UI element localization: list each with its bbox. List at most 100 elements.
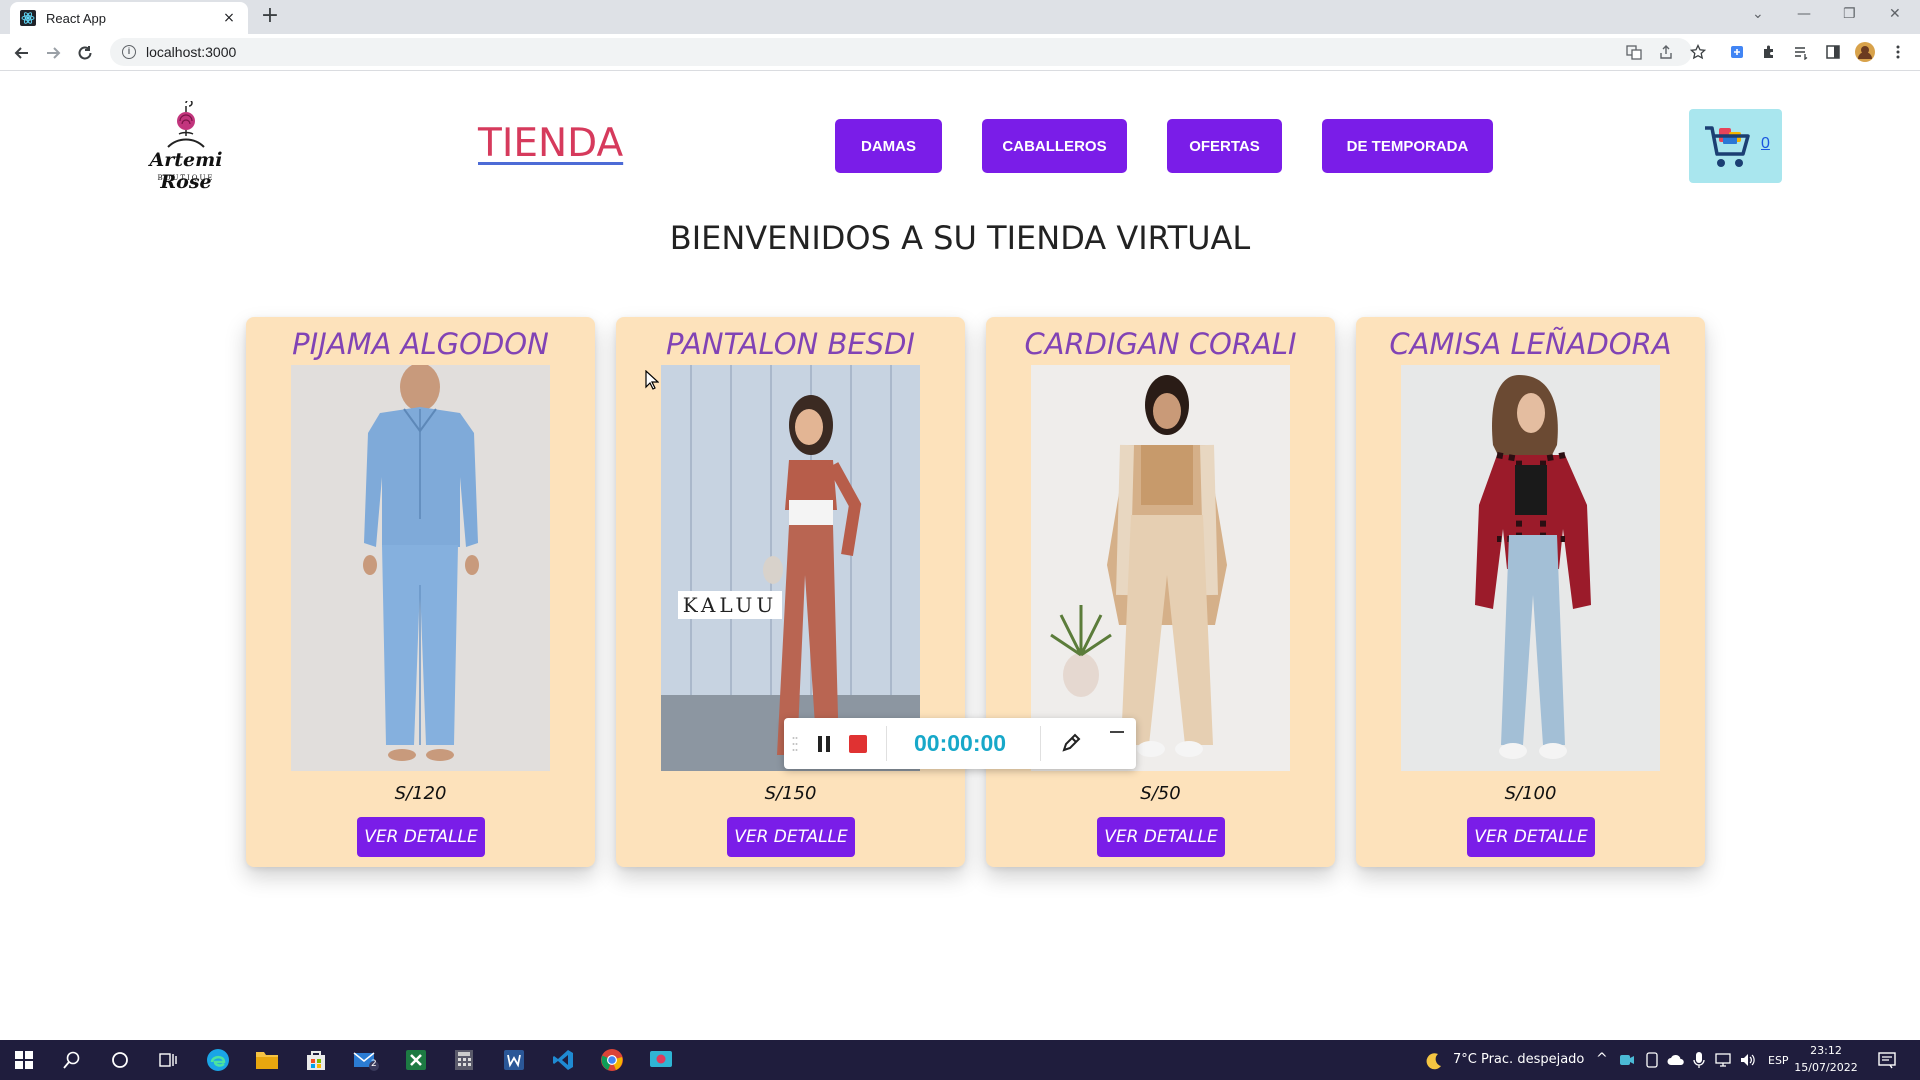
product-card: PIJAMA ALGODON S/120 VER DETALLE (246, 317, 595, 867)
brand-logo[interactable]: Artemi Rose BOUTIQUE (122, 101, 250, 193)
stop-icon[interactable] (848, 734, 868, 754)
weather-moon-icon[interactable] (1424, 1051, 1444, 1071)
calculator-icon[interactable] (450, 1046, 478, 1074)
side-panel-icon[interactable] (1823, 42, 1843, 62)
cart-button[interactable]: 0 (1689, 109, 1782, 183)
url-text: localhost:3000 (146, 44, 237, 60)
product-title: CAMISA LEÑADORA (1389, 327, 1672, 361)
product-price: S/150 (764, 783, 817, 804)
screen-recorder-app-icon[interactable] (647, 1046, 675, 1074)
onedrive-cloud-icon[interactable] (1667, 1052, 1685, 1068)
tab-title: React App (46, 10, 106, 26)
store-icon[interactable] (302, 1046, 330, 1074)
network-icon[interactable] (1714, 1052, 1732, 1068)
divider (1040, 726, 1041, 761)
nav-ofertas-button[interactable]: OFERTAS (1167, 119, 1282, 173)
reload-icon[interactable] (72, 40, 98, 66)
bookmark-star-icon[interactable] (1688, 42, 1708, 62)
divider (886, 726, 887, 761)
product-price: S/120 (394, 783, 447, 804)
chrome-icon[interactable] (598, 1046, 626, 1074)
search-icon[interactable] (58, 1046, 86, 1074)
profile-avatar-icon[interactable] (1855, 42, 1875, 62)
nav-de-temporada-button[interactable]: DE TEMPORADA (1322, 119, 1493, 173)
language-indicator[interactable]: ESP (1768, 1054, 1789, 1067)
word-icon[interactable] (500, 1046, 528, 1074)
reading-list-icon[interactable] (1791, 42, 1811, 62)
translate-icon[interactable] (1624, 42, 1644, 62)
minimize-icon[interactable]: — (1797, 6, 1811, 22)
info-icon[interactable]: i (122, 45, 136, 59)
extensions-puzzle-icon[interactable] (1759, 42, 1779, 62)
clock-date[interactable]: 15/07/2022 (1790, 1061, 1862, 1074)
view-detail-button[interactable]: VER DETALLE (727, 817, 855, 857)
view-detail-button[interactable]: VER DETALLE (1467, 817, 1595, 857)
menu-kebab-icon[interactable] (1888, 42, 1908, 62)
browser-tab[interactable]: React App × (10, 2, 248, 34)
notifications-icon[interactable] (1878, 1051, 1896, 1069)
product-image-cardigan[interactable] (1031, 365, 1290, 771)
windows-taskbar: 2 7°C Prac. despejado ^ ESP 23:12 15/07/… (0, 1040, 1920, 1080)
product-image-pantalon[interactable]: KALUU (661, 365, 920, 771)
browser-tab-strip: React App × + ⌄ — ❐ ✕ (0, 0, 1920, 34)
nav-caballeros-button[interactable]: CABALLEROS (982, 119, 1127, 173)
address-bar: i localhost:3000 (0, 34, 1920, 71)
share-icon[interactable] (1656, 42, 1676, 62)
mail-icon[interactable]: 2 (352, 1046, 380, 1074)
task-view-icon[interactable] (154, 1046, 182, 1074)
product-card: PANTALON BESDI KALUU S/150 VER DETALLE (616, 317, 965, 867)
view-detail-button[interactable]: VER DETALLE (357, 817, 485, 857)
react-icon (20, 10, 36, 26)
chevron-up-icon[interactable]: ^ (1596, 1051, 1608, 1067)
minimize-recorder-icon[interactable] (1110, 730, 1124, 734)
tab-search-icon[interactable]: ⌄ (1752, 6, 1764, 22)
logo-subtitle: BOUTIQUE (157, 174, 215, 182)
excel-icon[interactable] (402, 1046, 430, 1074)
meet-icon[interactable] (1619, 1052, 1635, 1068)
product-image-camisa[interactable] (1401, 365, 1660, 771)
welcome-heading: BIENVENIDOS A SU TIENDA VIRTUAL (669, 219, 1251, 257)
vscode-icon[interactable] (549, 1046, 577, 1074)
recording-timer: 00:00:00 (914, 730, 1007, 756)
product-image-pijama[interactable] (291, 365, 550, 771)
product-price: S/100 (1504, 783, 1557, 804)
product-title: CARDIGAN CORALI (1024, 327, 1297, 361)
shopping-cart-icon (1705, 126, 1750, 167)
rose-hanger-icon (167, 101, 205, 148)
brand-link[interactable]: TIENDA (478, 121, 623, 166)
view-detail-button[interactable]: VER DETALLE (1097, 817, 1225, 857)
product-title: PANTALON BESDI (666, 327, 915, 361)
new-tab-button[interactable]: + (258, 5, 282, 29)
drag-handle-icon[interactable] (792, 736, 798, 752)
mail-badge: 2 (371, 1059, 377, 1069)
weather-text[interactable]: 7°C Prac. despejado (1453, 1052, 1584, 1067)
pen-icon[interactable] (1060, 732, 1082, 754)
file-explorer-icon[interactable] (253, 1046, 281, 1074)
cortana-icon[interactable] (106, 1046, 134, 1074)
nav-damas-button[interactable]: DAMAS (835, 119, 942, 173)
product-card: CAMISA LEÑADORA S/100 VER DETALLE (1356, 317, 1705, 867)
edge-icon[interactable] (204, 1046, 232, 1074)
mouse-cursor-icon (645, 370, 659, 390)
url-field[interactable]: i localhost:3000 (110, 38, 1692, 66)
restore-icon[interactable]: ❐ (1843, 6, 1856, 22)
clock-time[interactable]: 23:12 (1790, 1044, 1862, 1057)
back-icon[interactable] (9, 40, 35, 66)
product-price: S/50 (1140, 783, 1181, 804)
pause-icon[interactable] (816, 734, 832, 754)
product-title: PIJAMA ALGODON (292, 327, 549, 361)
product-card: CARDIGAN CORALI S/50 VER DETALLE (986, 317, 1335, 867)
logo-name: Artemi Rose (149, 149, 223, 193)
screen-recorder-toolbar: 00:00:00 (784, 718, 1136, 769)
window-close-icon[interactable]: ✕ (1889, 6, 1901, 22)
microphone-icon[interactable] (1693, 1051, 1705, 1069)
extension-blue-icon[interactable] (1727, 42, 1747, 62)
forward-icon[interactable] (40, 40, 66, 66)
cart-count[interactable]: 0 (1761, 135, 1770, 153)
tab-close-icon[interactable]: × (220, 10, 238, 26)
windows-start-icon[interactable] (10, 1046, 38, 1074)
page-content: Artemi Rose BOUTIQUE TIENDA DAMAS CABALL… (0, 71, 1920, 1040)
photo-watermark-kaluu: KALUU (678, 591, 782, 619)
phone-icon[interactable] (1644, 1052, 1660, 1068)
volume-icon[interactable] (1739, 1052, 1757, 1068)
